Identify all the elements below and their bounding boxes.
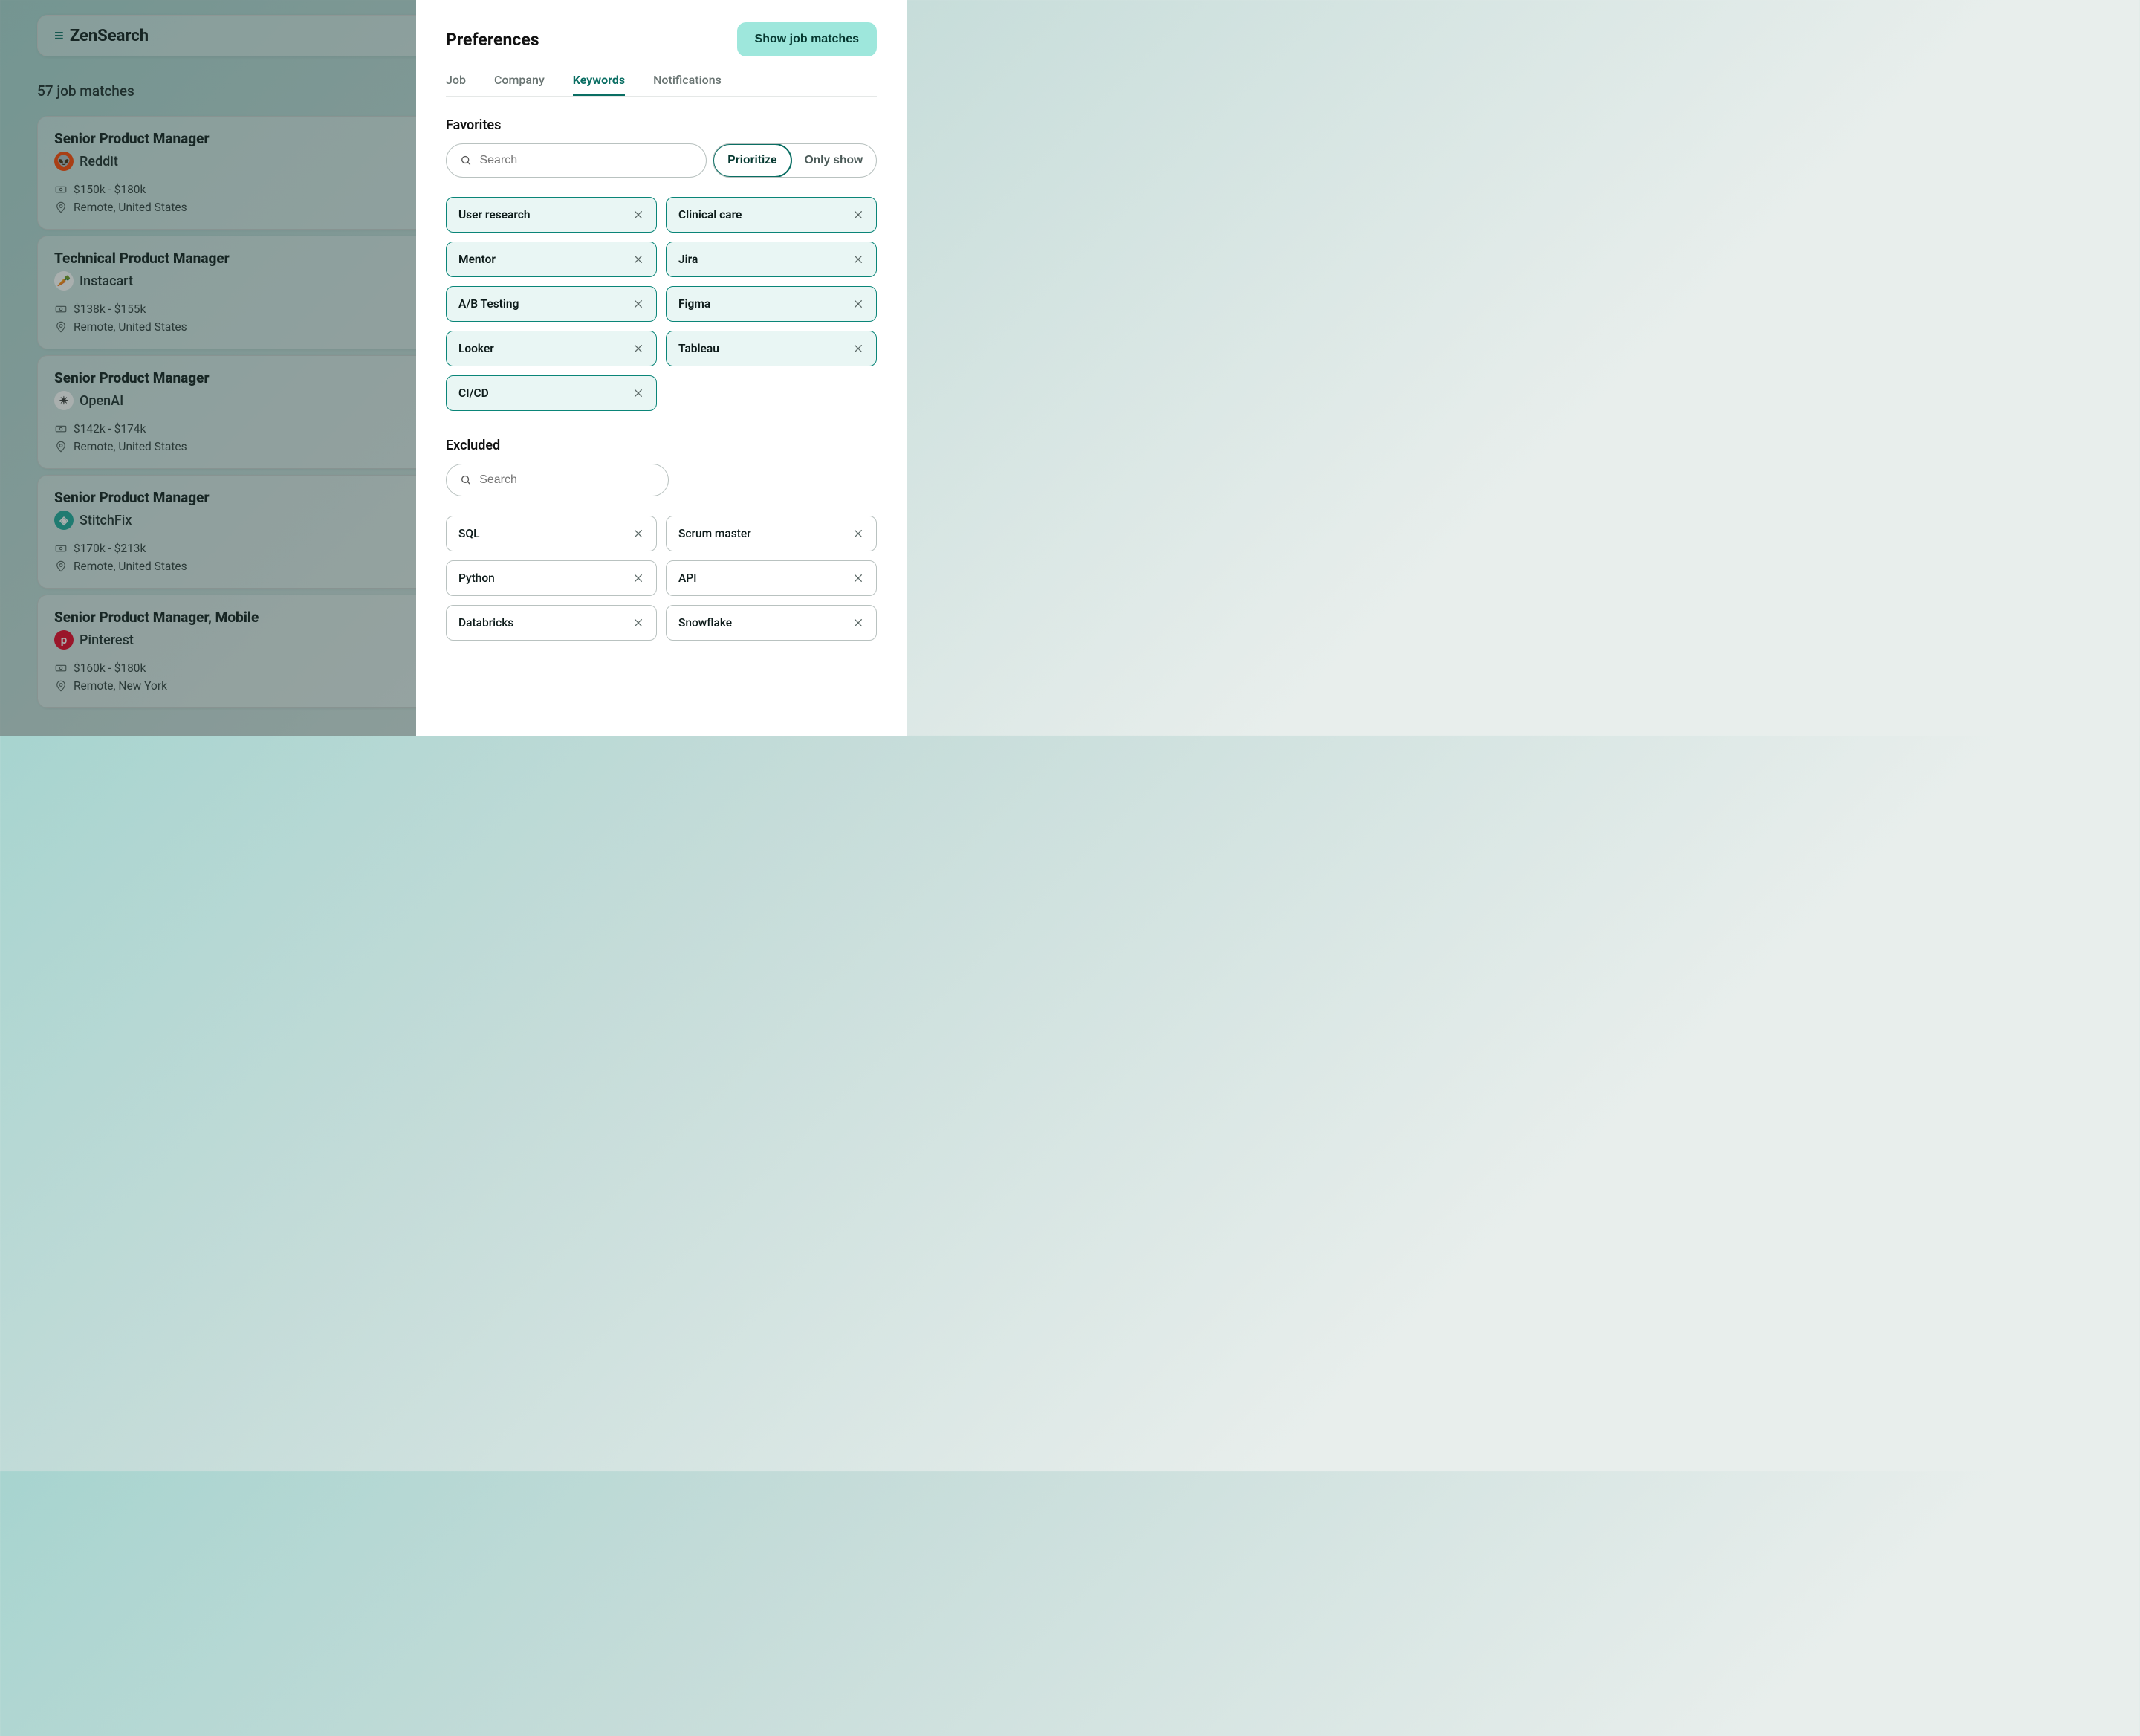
chip-label: Mentor	[458, 253, 496, 266]
favorites-mode-segment: Prioritize Only show	[713, 143, 877, 178]
remove-chip-icon[interactable]	[852, 528, 864, 540]
segment-only-show[interactable]: Only show	[791, 144, 876, 177]
preferences-tabs: Job Company Keywords Notifications	[446, 73, 877, 97]
favorite-keyword-chip: A/B Testing	[446, 286, 657, 322]
chip-label: Figma	[678, 297, 710, 311]
excluded-keyword-chip: API	[666, 560, 877, 596]
favorite-keyword-chip: Mentor	[446, 242, 657, 277]
chip-label: Looker	[458, 342, 494, 355]
favorite-keyword-chip: Figma	[666, 286, 877, 322]
favorite-keyword-chip: Tableau	[666, 331, 877, 366]
remove-chip-icon[interactable]	[632, 387, 644, 399]
excluded-search-input[interactable]	[479, 473, 655, 487]
excluded-keyword-chip: Databricks	[446, 605, 657, 641]
remove-chip-icon[interactable]	[852, 617, 864, 629]
remove-chip-icon[interactable]	[852, 298, 864, 310]
remove-chip-icon[interactable]	[632, 343, 644, 354]
favorites-label: Favorites	[446, 117, 877, 133]
tab-notifications[interactable]: Notifications	[653, 73, 722, 96]
preferences-panel: Preferences Show job matches Job Company K…	[416, 0, 907, 736]
remove-chip-icon[interactable]	[852, 209, 864, 221]
chip-label: Python	[458, 571, 495, 585]
remove-chip-icon[interactable]	[632, 209, 644, 221]
chip-label: Snowflake	[678, 616, 732, 629]
favorites-search-wrapper[interactable]	[446, 143, 707, 178]
search-icon	[460, 473, 472, 487]
chip-label: CI/CD	[458, 386, 489, 400]
tab-company[interactable]: Company	[494, 73, 545, 96]
chip-label: A/B Testing	[458, 297, 519, 311]
favorite-keyword-chip: Looker	[446, 331, 657, 366]
remove-chip-icon[interactable]	[852, 572, 864, 584]
segment-prioritize[interactable]: Prioritize	[713, 143, 791, 178]
remove-chip-icon[interactable]	[632, 617, 644, 629]
tab-job[interactable]: Job	[446, 73, 466, 96]
excluded-label: Excluded	[446, 438, 877, 453]
remove-chip-icon[interactable]	[632, 298, 644, 310]
chip-label: Scrum master	[678, 527, 751, 540]
chip-label: API	[678, 571, 697, 585]
remove-chip-icon[interactable]	[632, 253, 644, 265]
remove-chip-icon[interactable]	[632, 528, 644, 540]
remove-chip-icon[interactable]	[852, 253, 864, 265]
excluded-keyword-chip: SQL	[446, 516, 657, 551]
chip-label: Tableau	[678, 342, 719, 355]
favorites-search-input[interactable]	[479, 154, 693, 167]
chip-label: Databricks	[458, 616, 513, 629]
tab-keywords[interactable]: Keywords	[573, 73, 625, 96]
search-icon	[460, 154, 472, 167]
favorite-keyword-chip: User research	[446, 197, 657, 233]
preferences-title: Preferences	[446, 30, 539, 50]
excluded-keyword-chip: Python	[446, 560, 657, 596]
favorite-keyword-chip: Jira	[666, 242, 877, 277]
chip-label: Clinical care	[678, 208, 742, 221]
favorite-keyword-chip: CI/CD	[446, 375, 657, 411]
chip-label: User research	[458, 208, 531, 221]
show-job-matches-button[interactable]: Show job matches	[737, 22, 877, 56]
excluded-keyword-chip: Snowflake	[666, 605, 877, 641]
excluded-keyword-chip: Scrum master	[666, 516, 877, 551]
remove-chip-icon[interactable]	[852, 343, 864, 354]
chip-label: SQL	[458, 527, 479, 540]
remove-chip-icon[interactable]	[632, 572, 644, 584]
favorite-keyword-chip: Clinical care	[666, 197, 877, 233]
chip-label: Jira	[678, 253, 698, 266]
excluded-search-wrapper[interactable]	[446, 464, 669, 496]
